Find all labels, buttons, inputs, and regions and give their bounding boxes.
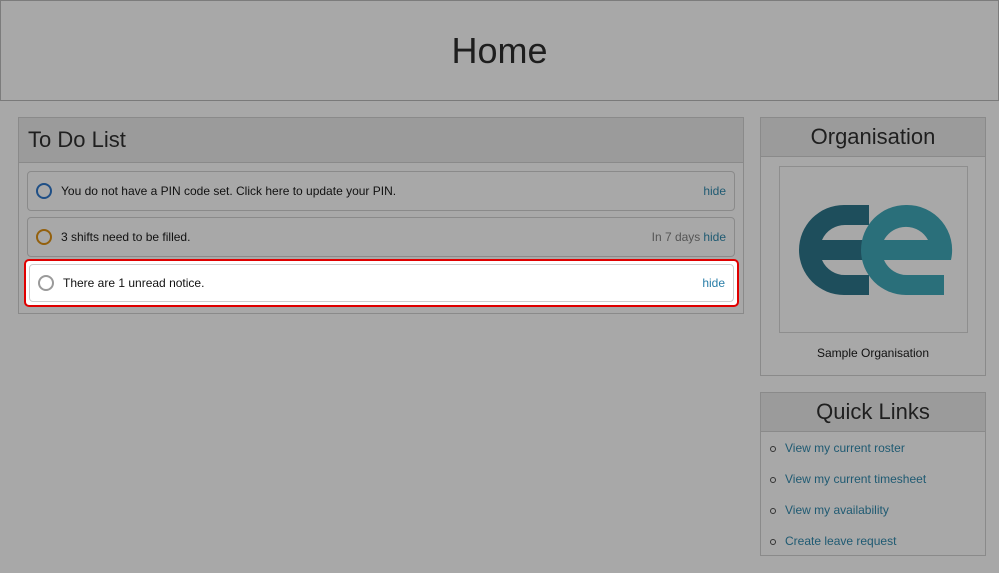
todo-item-text[interactable]: You do not have a PIN code set. Click he… [61, 184, 700, 198]
list-item: View my current timesheet [761, 472, 926, 503]
todo-item-text[interactable]: There are 1 unread notice. [63, 276, 699, 290]
organisation-logo [779, 166, 968, 333]
status-circle-icon [36, 183, 52, 199]
organisation-title: Organisation [761, 118, 985, 157]
status-circle-icon [36, 229, 52, 245]
hide-link[interactable]: hide [703, 230, 726, 244]
bullet-icon [770, 508, 776, 514]
quick-links-title: Quick Links [761, 393, 985, 432]
organisation-name: Sample Organisation [816, 346, 930, 360]
ee-logo-icon [798, 204, 952, 295]
todo-item-notice-inner: There are 1 unread notice. hide [29, 264, 734, 302]
hide-link[interactable]: hide [702, 276, 725, 290]
status-circle-icon [38, 275, 54, 291]
list-item: Create leave request [761, 534, 926, 565]
link-view-timesheet[interactable]: View my current timesheet [785, 472, 926, 486]
todo-list-panel: To Do List You do not have a PIN code se… [18, 117, 744, 314]
link-view-availability[interactable]: View my availability [785, 503, 889, 517]
bullet-icon [770, 446, 776, 452]
list-item: View my current roster [761, 441, 926, 472]
link-view-roster[interactable]: View my current roster [785, 441, 905, 455]
quick-links-list: View my current roster View my current t… [761, 441, 926, 565]
hide-link[interactable]: hide [703, 184, 726, 198]
list-item: View my availability [761, 503, 926, 534]
page-title: Home [451, 29, 548, 71]
todo-item-notice[interactable]: There are 1 unread notice. hide [24, 259, 739, 307]
todo-item-shifts[interactable]: 3 shifts need to be filled. In 7 days hi… [27, 217, 735, 257]
page-header: Home [0, 0, 999, 101]
todo-list-title: To Do List [19, 118, 743, 163]
bullet-icon [770, 539, 776, 545]
quick-links-panel: Quick Links View my current roster View … [760, 392, 986, 556]
todo-item-pin[interactable]: You do not have a PIN code set. Click he… [27, 171, 735, 211]
bullet-icon [770, 477, 776, 483]
todo-item-text[interactable]: 3 shifts need to be filled. [61, 230, 652, 244]
organisation-panel: Organisation Sample Organisation [760, 117, 986, 376]
todo-item-meta: In 7 days [651, 230, 701, 244]
link-create-leave[interactable]: Create leave request [785, 534, 896, 548]
